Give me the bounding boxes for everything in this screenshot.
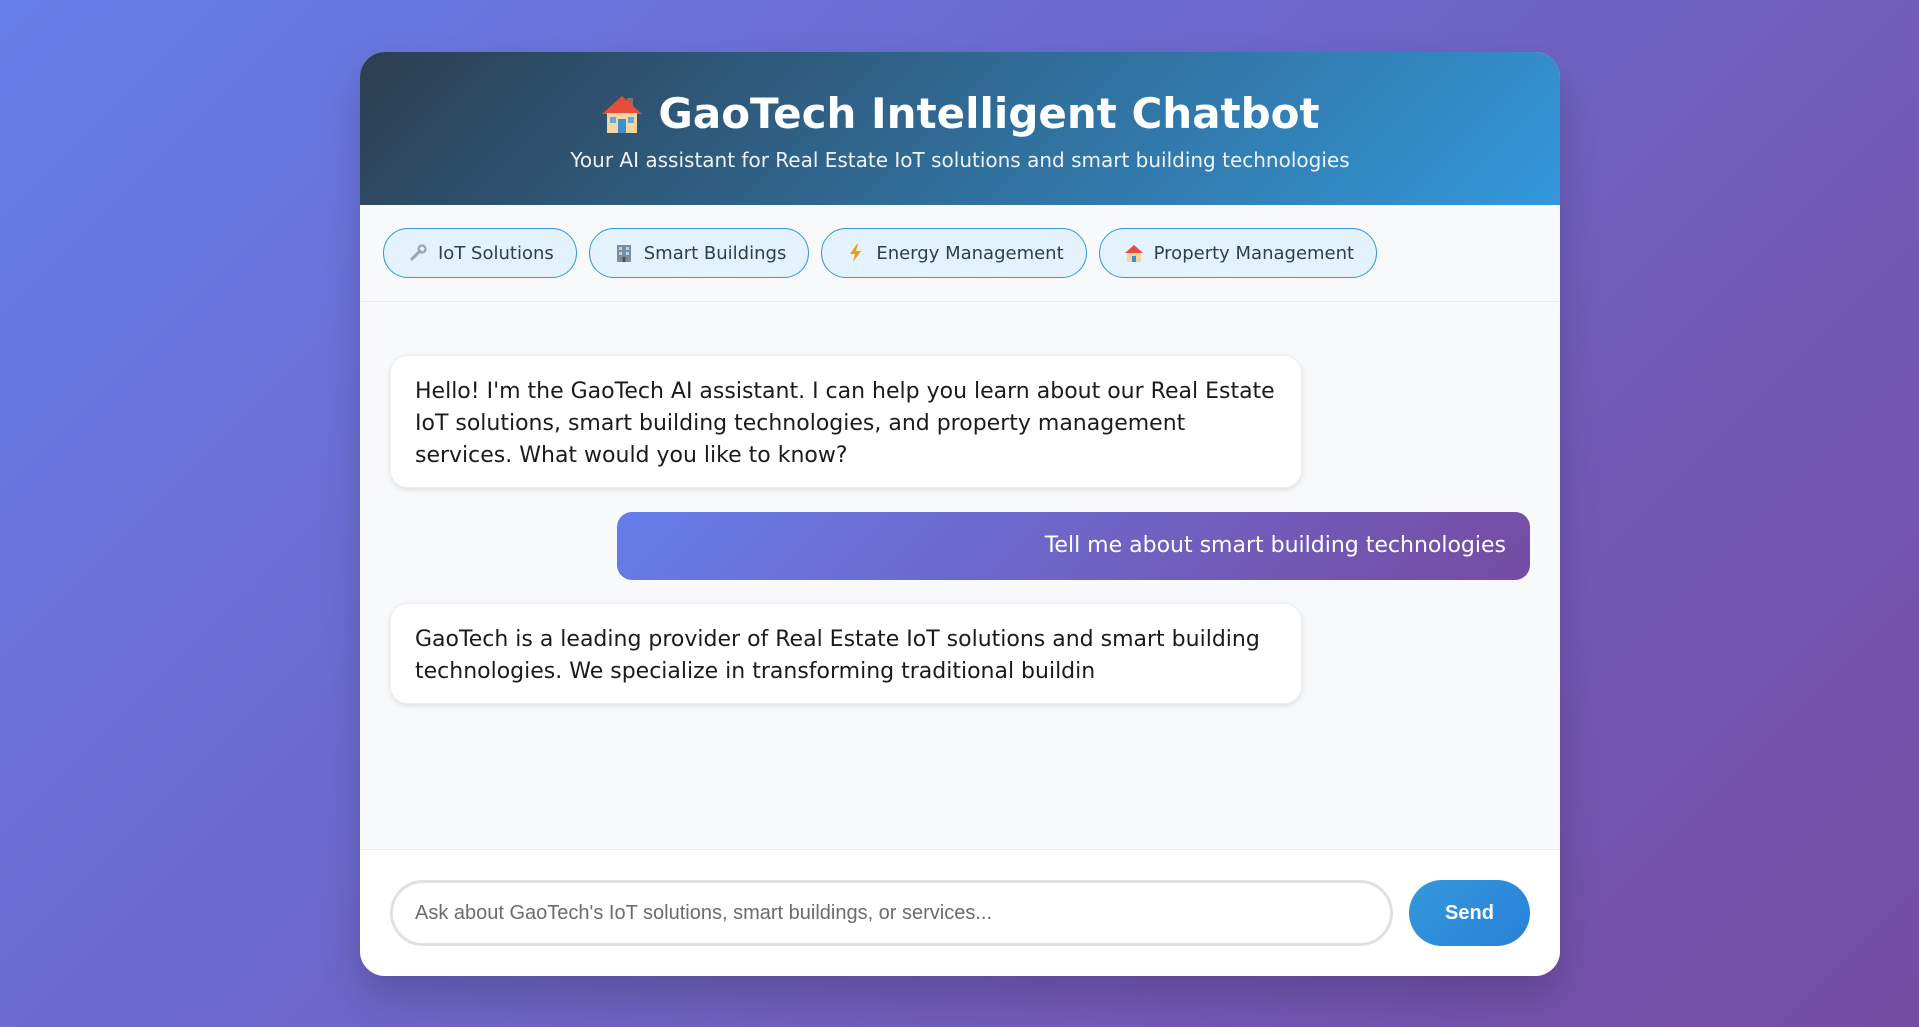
page-title: GaoTech Intelligent Chatbot (360, 86, 1560, 142)
quick-topic-label: Property Management (1153, 242, 1355, 264)
house-icon (1124, 243, 1144, 263)
quick-topic-label: Smart Buildings (643, 242, 787, 264)
message-list: Hello! I'm the GaoTech AI assistant. I c… (360, 302, 1560, 849)
house-icon (600, 92, 644, 136)
quick-topic-iot-solutions[interactable]: IoT Solutions (383, 228, 577, 278)
wrench-icon (408, 243, 428, 263)
quick-topic-label: Energy Management (876, 242, 1064, 264)
chat-header: GaoTech Intelligent Chatbot Your AI assi… (360, 52, 1560, 205)
input-bar: Send (360, 849, 1560, 976)
quick-topic-label: IoT Solutions (438, 242, 554, 264)
quick-topic-property-management[interactable]: Property Management (1098, 228, 1378, 278)
bot-message: GaoTech is a leading provider of Real Es… (390, 603, 1302, 704)
bot-message: Hello! I'm the GaoTech AI assistant. I c… (390, 355, 1302, 488)
send-button[interactable]: Send (1409, 880, 1530, 946)
quick-topic-smart-buildings[interactable]: Smart Buildings (588, 228, 810, 278)
chat-input[interactable] (390, 880, 1393, 946)
quick-topic-energy-management[interactable]: Energy Management (821, 228, 1087, 278)
page-subtitle: Your AI assistant for Real Estate IoT so… (570, 148, 1350, 172)
quick-topic-bar: IoT Solutions Smart Buildings Energy Man… (360, 205, 1560, 302)
chat-container: GaoTech Intelligent Chatbot Your AI assi… (360, 52, 1560, 976)
header-title-text: GaoTech Intelligent Chatbot (658, 89, 1320, 138)
office-building-icon (614, 243, 634, 263)
user-message: Tell me about smart building technologie… (617, 512, 1530, 580)
lightning-icon (846, 243, 866, 263)
